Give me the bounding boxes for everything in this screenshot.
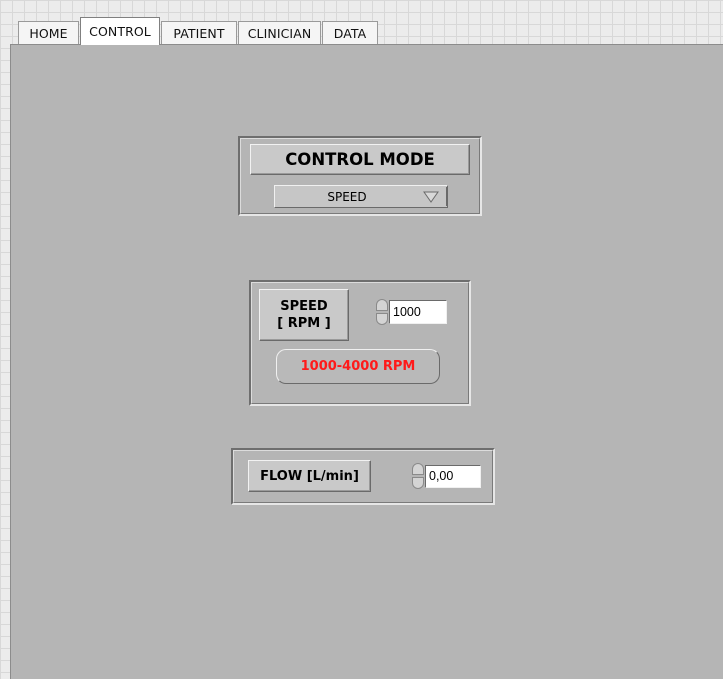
flow-label: FLOW [L/min] xyxy=(248,460,371,492)
speed-label-line2: [ RPM ] xyxy=(277,316,331,331)
flow-group: FLOW [L/min] 0,00 xyxy=(231,448,495,505)
tab-bar: HOME CONTROL PATIENT CLINICIAN DATA xyxy=(18,17,379,45)
tab-data[interactable]: DATA xyxy=(322,21,378,45)
tab-clinician[interactable]: CLINICIAN xyxy=(238,21,321,45)
speed-label-line1: SPEED xyxy=(280,299,328,314)
control-mode-title: CONTROL MODE xyxy=(250,144,470,175)
dropdown-arrow-icon xyxy=(423,191,439,203)
speed-input[interactable]: 1000 xyxy=(389,300,447,324)
speed-spinner[interactable] xyxy=(375,299,389,325)
increment-arrow-icon[interactable] xyxy=(376,299,388,311)
speed-numeric-control: 1000 xyxy=(375,299,447,325)
speed-label: SPEED [ RPM ] xyxy=(259,289,349,341)
increment-arrow-icon[interactable] xyxy=(412,463,424,475)
decrement-arrow-icon[interactable] xyxy=(412,477,424,489)
speed-range-indicator: 1000-4000 RPM xyxy=(276,349,440,384)
flow-value[interactable]: 0,00 xyxy=(425,464,481,488)
tab-control[interactable]: CONTROL xyxy=(80,17,160,45)
control-tab-panel: CONTROL MODE SPEED SPEED [ RPM ] 1000 10… xyxy=(10,44,723,679)
flow-spinner[interactable] xyxy=(411,463,425,489)
decrement-arrow-icon[interactable] xyxy=(376,313,388,325)
selector-separator xyxy=(446,187,447,206)
control-mode-group: CONTROL MODE SPEED xyxy=(238,136,482,216)
flow-numeric-control: 0,00 xyxy=(411,463,481,489)
speed-group: SPEED [ RPM ] 1000 1000-4000 RPM xyxy=(249,280,471,406)
tab-patient[interactable]: PATIENT xyxy=(161,21,237,45)
control-mode-value: SPEED xyxy=(327,189,367,204)
tab-home[interactable]: HOME xyxy=(18,21,79,45)
control-mode-selector[interactable]: SPEED xyxy=(274,185,448,208)
